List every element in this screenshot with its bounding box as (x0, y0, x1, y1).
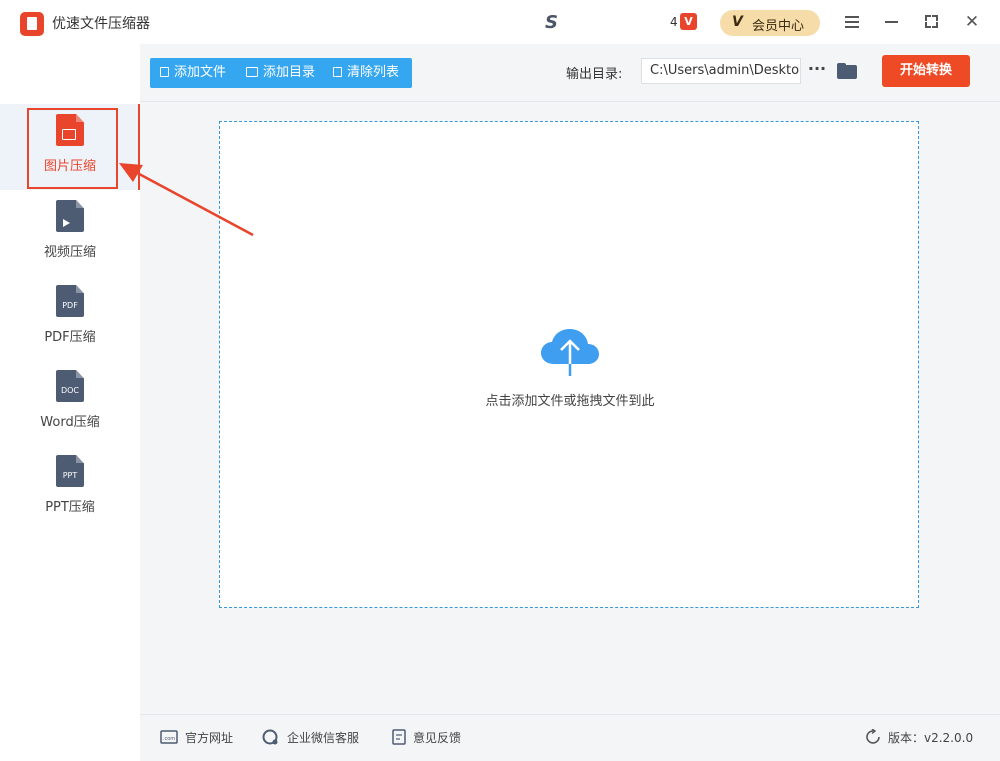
open-folder-icon[interactable] (837, 63, 857, 79)
wechat-support-icon (262, 729, 278, 745)
highlight-frame (27, 108, 118, 189)
add-folder-button[interactable]: 添加目录 (246, 58, 315, 88)
file-actions-group: 添加文件 添加目录 清除列表 (150, 58, 412, 88)
clear-list-button[interactable]: 清除列表 (333, 58, 399, 88)
trash-icon (333, 67, 342, 77)
file-icon (160, 67, 169, 77)
version-label[interactable]: 版本：v2.2.0.0 (888, 729, 973, 747)
clear-list-label: 清除列表 (347, 65, 400, 80)
menu-icon (845, 16, 859, 18)
file-badge: PPT (62, 471, 78, 480)
vip-center-label: 会员中心 (752, 19, 805, 34)
file-badge: DOC (60, 386, 80, 395)
close-icon: ✕ (964, 12, 980, 32)
drop-zone[interactable]: 点击添加文件或拖拽文件到此 (219, 121, 919, 608)
vip-message-icon[interactable]: V (680, 13, 697, 30)
add-file-button[interactable]: 添加文件 (160, 58, 226, 88)
wechat-support-link[interactable]: 企业微信客服 (287, 729, 359, 747)
sidebar-item-label: PPT压缩 (45, 500, 95, 515)
play-icon (63, 219, 70, 227)
maximize-icon (925, 15, 938, 28)
sidebar-item-ppt[interactable]: PPT PPT压缩 (0, 445, 140, 531)
output-dir-label: 输出目录: (566, 67, 623, 82)
sidebar-item-label: PDF压缩 (44, 330, 96, 345)
toolbar: 添加文件 添加目录 清除列表 输出目录: C:\Users\admin\Desk… (140, 44, 1000, 102)
vip-center-button[interactable]: V 会员中心 (720, 10, 820, 36)
output-dir-field[interactable]: C:\Users\admin\Desktop (641, 58, 801, 84)
vip-crown-icon: V (732, 14, 743, 30)
svg-text:.com: .com (163, 736, 175, 742)
sidebar-item-pdf[interactable]: PDF PDF压缩 (0, 275, 140, 361)
refresh-icon (866, 729, 880, 744)
annotation-arrow (119, 163, 254, 237)
brand-s-icon: S (545, 12, 558, 33)
add-folder-label: 添加目录 (263, 65, 316, 80)
website-icon: .com (160, 730, 178, 744)
folder-outline-icon (246, 67, 258, 77)
minimize-icon (885, 21, 898, 23)
sidebar-item-word[interactable]: DOC Word压缩 (0, 360, 140, 446)
feedback-link[interactable]: 意见反馈 (413, 729, 461, 747)
sidebar-item-label: Word压缩 (40, 415, 100, 430)
app-logo-icon (20, 12, 44, 36)
footer: .com 官方网址 企业微信客服 意见反馈 版本：v2.2.0.0 (140, 714, 1000, 761)
more-options-button[interactable]: ··· (807, 58, 827, 84)
website-link[interactable]: 官方网址 (185, 729, 233, 747)
feedback-icon (392, 729, 406, 745)
close-button[interactable]: ✕ (960, 10, 984, 34)
menu-button[interactable] (840, 10, 864, 34)
title-bar: 优速文件压缩器 S 4 V V 会员中心 ✕ (0, 0, 1000, 44)
add-file-label: 添加文件 (174, 65, 227, 80)
file-badge: PDF (62, 301, 78, 310)
maximize-button[interactable] (920, 10, 944, 34)
app-title: 优速文件压缩器 (52, 16, 150, 32)
cloud-upload-icon (541, 329, 599, 376)
start-convert-button[interactable]: 开始转换 (882, 55, 970, 87)
minimize-button[interactable] (880, 10, 904, 34)
drop-hint: 点击添加文件或拖拽文件到此 (485, 394, 655, 409)
message-count[interactable]: 4 (670, 15, 678, 29)
